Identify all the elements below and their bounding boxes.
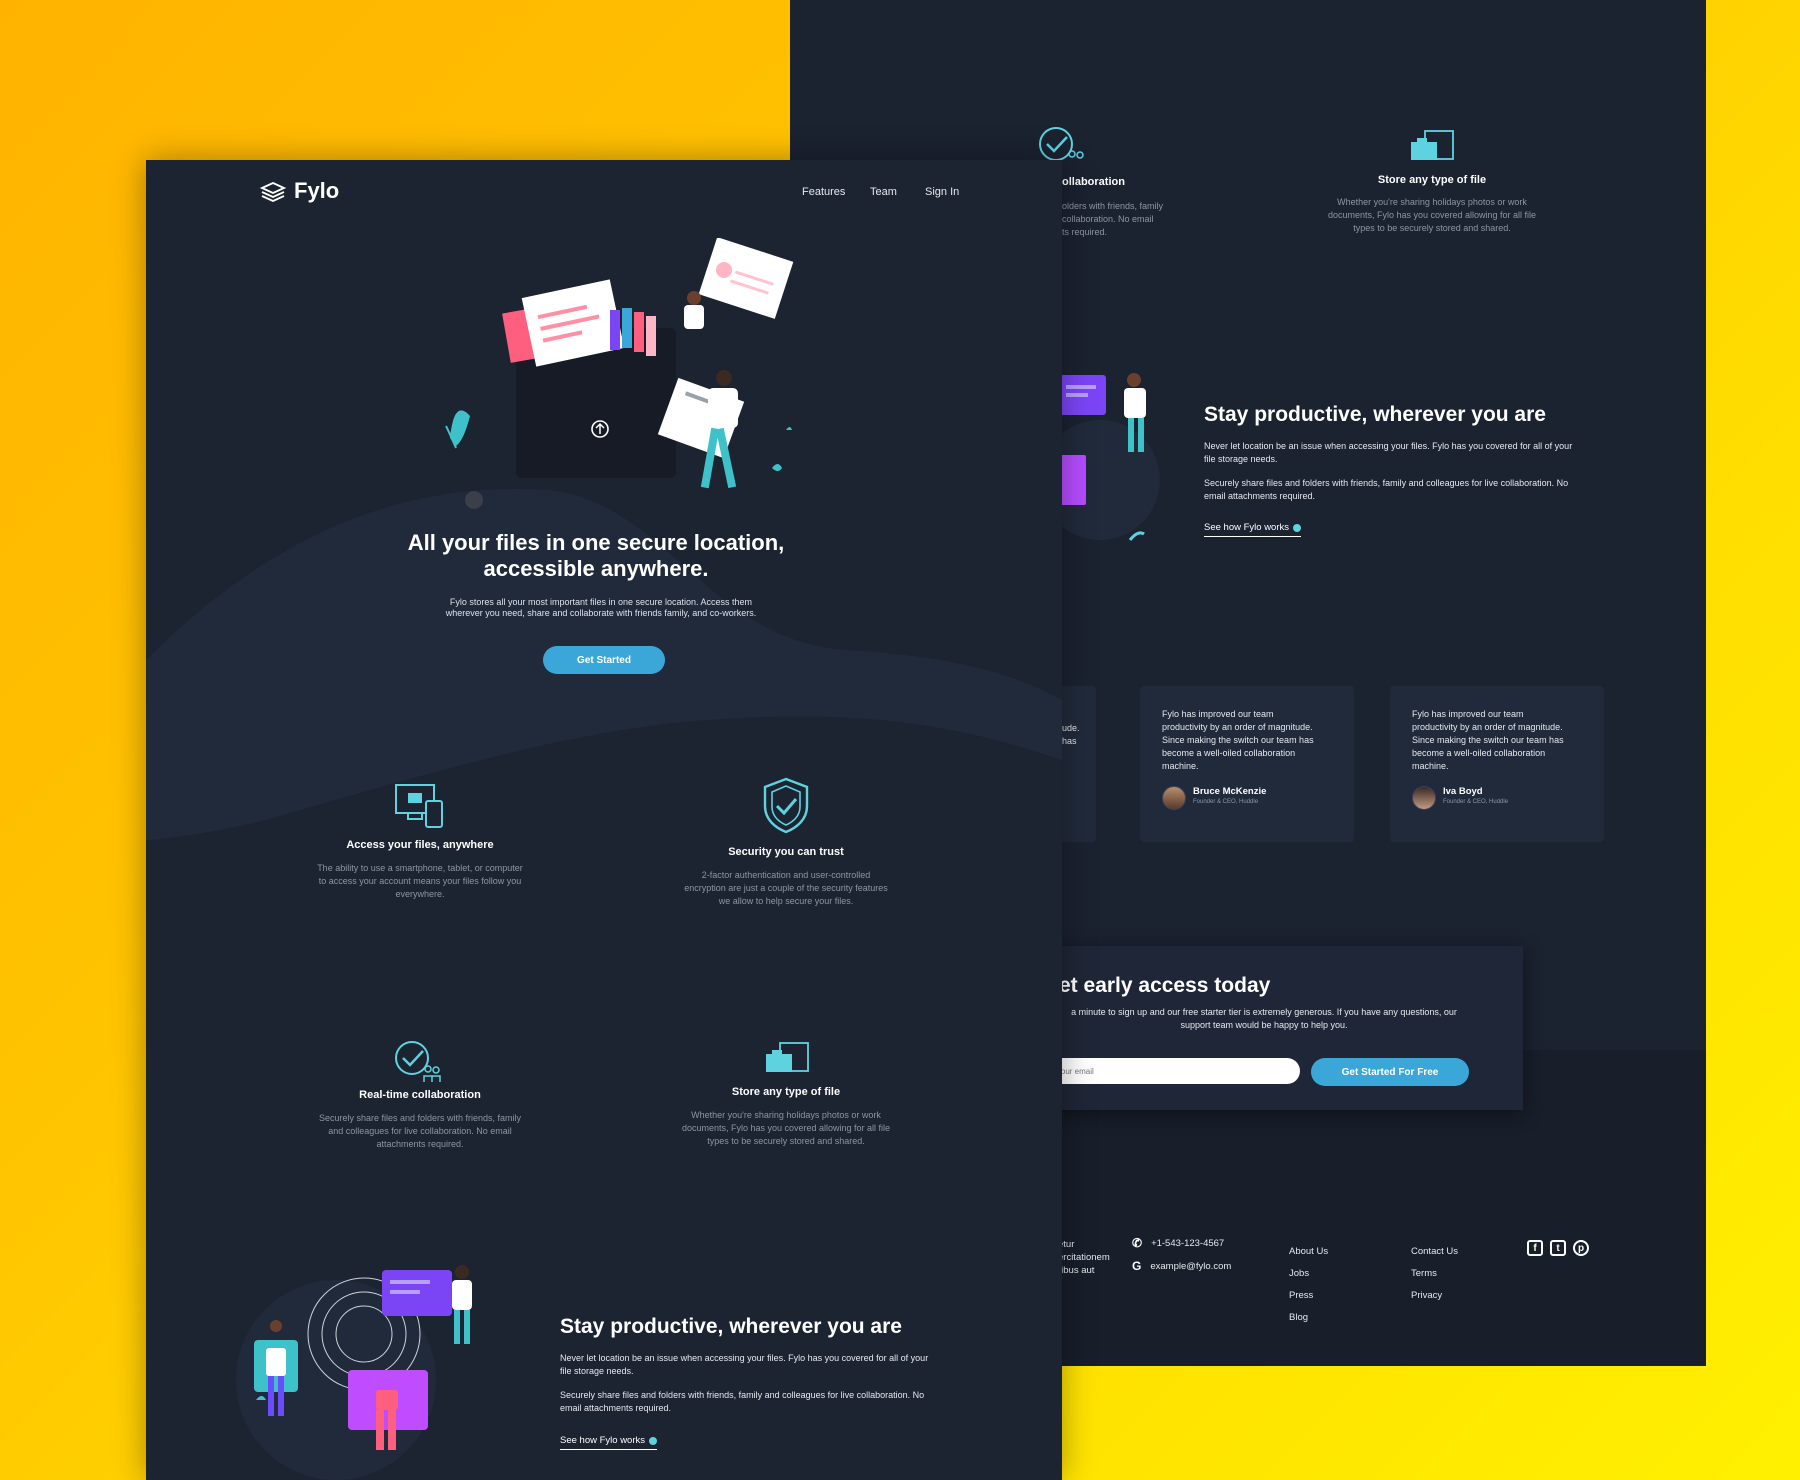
person-role: Founder & CEO, Huddle [1443, 799, 1509, 805]
collab-feature-title: ollaboration [1062, 176, 1125, 188]
testimonial-card: Fylo has improved our team productivity … [1390, 686, 1604, 842]
social-links: f t p [1527, 1240, 1589, 1256]
see-how-link[interactable]: See how Fylo works [560, 1430, 658, 1450]
see-how-link[interactable]: See how Fylo works [1204, 517, 1302, 537]
productive-text: Never let location be an issue when acce… [560, 1353, 929, 1413]
devices-icon [395, 784, 443, 828]
phone-icon: ✆ [1132, 1236, 1143, 1250]
testimonial-quote: Fylo has improved our team productivity … [1162, 709, 1314, 771]
store-feature-text: Whether you're sharing holidays photos o… [1327, 197, 1537, 233]
stack-layers-icon [260, 182, 286, 202]
pinterest-icon[interactable]: p [1573, 1240, 1589, 1256]
feature-text: 2-factor authentication and user-control… [684, 870, 888, 906]
footer-link[interactable]: Press [1289, 1285, 1328, 1307]
footer-link[interactable]: Privacy [1411, 1285, 1458, 1307]
person-role: Founder & CEO, Huddle [1193, 799, 1259, 805]
hero-title: All your files in one secure location, a… [407, 530, 785, 581]
arrow-icon [1293, 523, 1302, 532]
person-name: Bruce McKenzie [1193, 786, 1267, 797]
email-input[interactable] [1040, 1058, 1300, 1084]
hero-text: Fylo stores all your most important file… [445, 597, 757, 618]
get-started-free-button[interactable]: Get Started For Free [1311, 1058, 1469, 1086]
person-name: Iva Boyd [1443, 786, 1483, 797]
feature-title: Access your files, anywhere [346, 839, 494, 851]
footer-link[interactable]: Blog [1289, 1307, 1328, 1329]
footer-link[interactable]: Jobs [1289, 1263, 1328, 1285]
productive-text: Never let location be an issue when acce… [1204, 441, 1573, 501]
avatar [1412, 786, 1436, 810]
testimonial-card: Fylo has improved our team productivity … [1140, 686, 1354, 842]
facebook-icon[interactable]: f [1527, 1240, 1543, 1256]
footer-email: G example@fylo.com [1132, 1259, 1232, 1273]
nav-team[interactable]: Team [870, 186, 897, 198]
testimonial-quote: Fylo has improved our team productivity … [1412, 709, 1564, 771]
footer-link[interactable]: Terms [1411, 1263, 1458, 1285]
folder-icon [1411, 130, 1454, 160]
footer-links-col1: About Us Jobs Press Blog [1289, 1241, 1328, 1329]
footer-about-text: etur ercitationem ribus aut [1058, 1239, 1110, 1276]
store-feature-title: Store any type of file [1377, 174, 1487, 186]
nav-sign-in[interactable]: Sign In [925, 186, 959, 198]
productive-title: Stay productive, wherever you are [560, 1315, 902, 1338]
email-icon: G [1132, 1259, 1142, 1273]
productive-illustration [1060, 373, 1160, 541]
footer-link[interactable]: Contact Us [1411, 1241, 1458, 1263]
collaboration-icon [395, 1041, 441, 1082]
twitter-icon[interactable]: t [1550, 1240, 1566, 1256]
front-page-panel: Fylo Features Team Sign In All your file… [146, 160, 1062, 1480]
footer-links-col2: Contact Us Terms Privacy [1411, 1241, 1458, 1307]
avatar [1162, 786, 1186, 810]
cta-text: a minute to sign up and our free starter… [1071, 1007, 1457, 1030]
collab-feature-text: olders with friends, family collaboratio… [1062, 201, 1164, 237]
hero-illustration [445, 238, 794, 509]
feature-text: Securely share files and folders with fr… [318, 1113, 522, 1149]
feature-text: Whether you're sharing holidays photos o… [681, 1110, 891, 1146]
brand-name: Fylo [294, 178, 340, 203]
productive-title: Stay productive, wherever you are [1204, 403, 1546, 426]
feature-title: Store any type of file [731, 1086, 841, 1098]
feature-title: Security you can trust [728, 846, 844, 858]
productive-illustration [236, 1265, 472, 1480]
brand-logo[interactable]: Fylo [260, 178, 339, 204]
footer-link[interactable]: About Us [1289, 1241, 1328, 1263]
shield-check-icon [763, 777, 809, 834]
footer-phone: ✆ +1-543-123-4567 [1132, 1236, 1225, 1250]
get-started-button[interactable]: Get Started [543, 646, 665, 674]
feature-text: The ability to use a smartphone, tablet,… [317, 863, 523, 899]
nav-features[interactable]: Features [802, 186, 845, 198]
arrow-icon [649, 1436, 658, 1445]
folder-icon [766, 1042, 809, 1072]
feature-title: Real-time collaboration [359, 1089, 481, 1101]
